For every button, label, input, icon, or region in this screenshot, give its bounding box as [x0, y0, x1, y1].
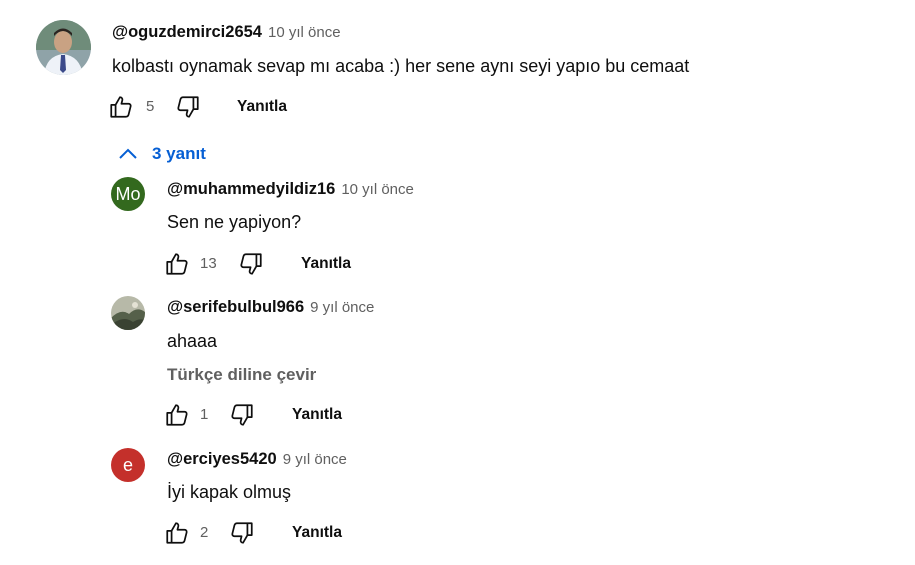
comment-author-name[interactable]: @oguzdemirci2654 — [112, 23, 262, 41]
reply-author-name[interactable]: @muhammedyildiz16 — [167, 180, 335, 198]
person-photo-icon — [36, 20, 91, 75]
reply-author-name[interactable]: @erciyes5420 — [167, 450, 277, 468]
avatar-initials: e — [122, 454, 133, 475]
replies-toggle-button[interactable]: 3 yanıt — [118, 142, 206, 166]
dislike-icon[interactable] — [238, 251, 264, 277]
avatar[interactable]: e — [111, 448, 145, 482]
reply-time[interactable]: 10 yıl önce — [341, 181, 414, 198]
like-count: 5 — [146, 98, 155, 115]
replies-toggle-label: 3 yanıt — [152, 144, 206, 163]
like-icon[interactable] — [164, 251, 190, 277]
reply-author[interactable]: @serifebulbul966 9 yıl önce — [167, 298, 374, 317]
avatar[interactable] — [36, 20, 91, 75]
like-icon[interactable] — [108, 94, 134, 120]
reply-text: Sen ne yapiyon? — [167, 212, 302, 232]
avatar-initials: Mo — [115, 183, 141, 204]
landscape-photo-icon — [111, 296, 145, 330]
dislike-icon[interactable] — [229, 520, 255, 546]
avatar[interactable] — [111, 296, 145, 330]
like-icon[interactable] — [164, 520, 190, 546]
dislike-icon[interactable] — [175, 94, 201, 120]
like-count: 13 — [200, 255, 217, 272]
reply-button[interactable]: Yanıtla — [292, 524, 342, 542]
avatar[interactable]: Mo — [111, 177, 145, 211]
chevron-up-icon — [119, 148, 137, 159]
comment-text: kolbastı oynamak sevap mı acaba :) her s… — [112, 56, 690, 76]
reply-text: ahaaa — [167, 331, 218, 351]
reply-author-name[interactable]: @serifebulbul966 — [167, 298, 304, 316]
like-count: 1 — [200, 406, 209, 423]
reply-button[interactable]: Yanıtla — [237, 98, 287, 116]
reply-time[interactable]: 9 yıl önce — [283, 451, 347, 468]
reply-text: İyi kapak olmuş — [167, 482, 292, 502]
like-icon[interactable] — [164, 402, 190, 428]
comment-author[interactable]: @oguzdemirci2654 10 yıl önce — [112, 23, 341, 42]
reply-author[interactable]: @muhammedyildiz16 10 yıl önce — [167, 180, 414, 199]
dislike-icon[interactable] — [229, 402, 255, 428]
translate-button[interactable]: Türkçe diline çevir — [167, 365, 316, 385]
comment-time[interactable]: 10 yıl önce — [268, 24, 341, 41]
reply-button[interactable]: Yanıtla — [292, 406, 342, 424]
reply-time[interactable]: 9 yıl önce — [310, 299, 374, 316]
reply-button[interactable]: Yanıtla — [301, 255, 351, 273]
like-count: 2 — [200, 524, 209, 541]
reply-author[interactable]: @erciyes5420 9 yıl önce — [167, 450, 347, 469]
